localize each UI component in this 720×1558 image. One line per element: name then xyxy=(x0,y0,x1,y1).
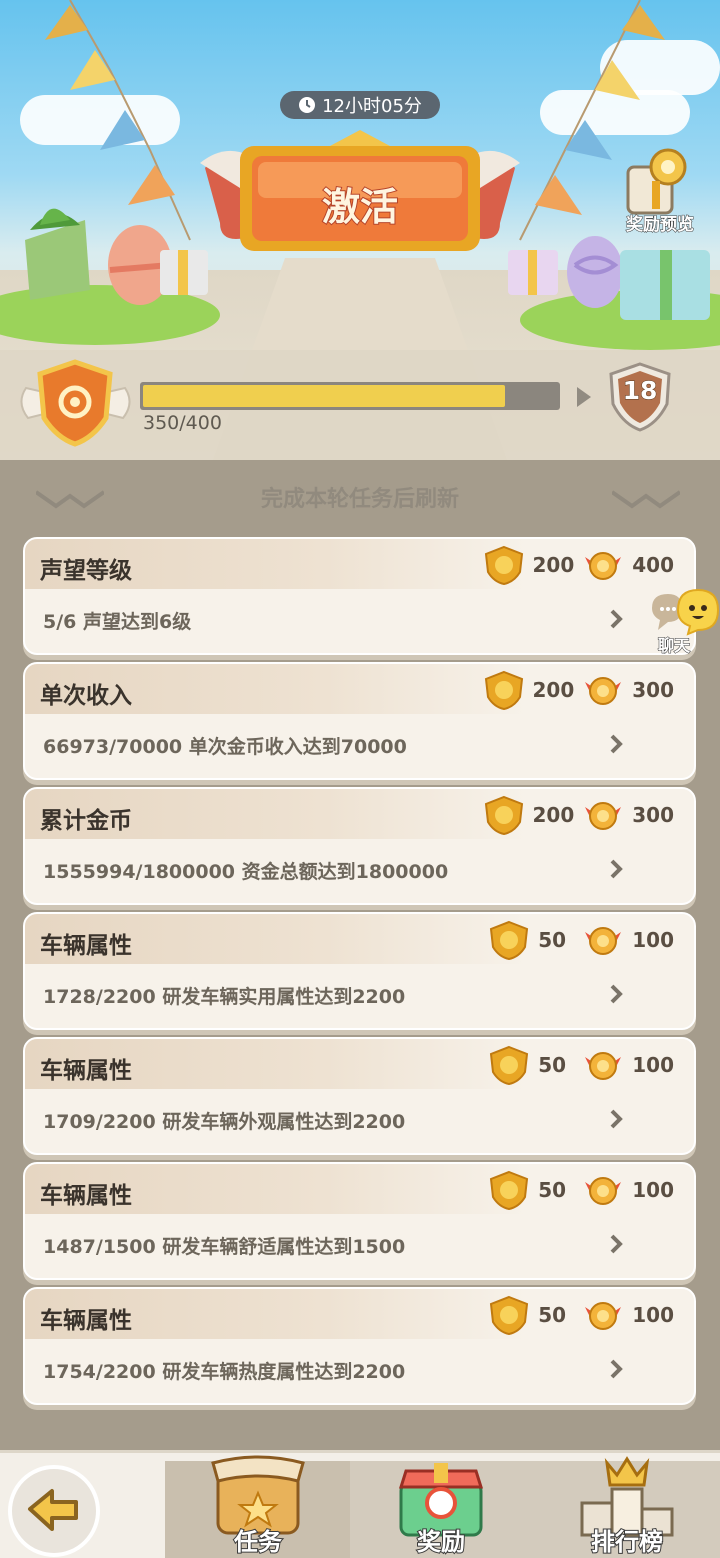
winged-medal-icon xyxy=(585,1177,622,1205)
tab-task[interactable]: 任务 xyxy=(183,1453,333,1558)
token-shield-icon xyxy=(484,545,523,585)
reward-a-value: 50 xyxy=(538,1053,567,1077)
token-shield-icon xyxy=(484,795,523,835)
progress-value: 350/400 xyxy=(143,412,222,434)
reward-a-value: 50 xyxy=(538,928,567,952)
task-title: 车辆属性 xyxy=(40,1183,132,1209)
tab-rank-label: 排行榜 xyxy=(590,1527,664,1557)
task-rewards: 50 100 xyxy=(488,1295,674,1335)
task-title: 车辆属性 xyxy=(40,1308,132,1334)
token-shield-icon xyxy=(490,1295,529,1335)
reputation-badge-icon xyxy=(20,359,131,447)
tab-reward[interactable]: 奖励 xyxy=(366,1453,516,1558)
task-description: 66973/70000 单次金币收入达到70000 xyxy=(43,736,407,758)
tab-task-label: 任务 xyxy=(233,1527,283,1557)
next-arrow-icon xyxy=(577,387,591,407)
chevron-right-icon xyxy=(610,1109,623,1129)
winged-medal-icon xyxy=(585,927,622,955)
arrow-left-icon xyxy=(28,1489,78,1531)
winged-medal-icon xyxy=(585,802,622,830)
task-rewards: 200 300 xyxy=(483,795,674,835)
winged-medal-icon xyxy=(585,1052,622,1080)
reward-b-value: 300 xyxy=(632,678,674,702)
winged-medal-icon xyxy=(585,552,622,580)
token-shield-icon xyxy=(490,920,529,960)
task-description: 1754/2200 研发车辆热度属性达到2200 xyxy=(43,1361,406,1383)
chevron-right-icon xyxy=(610,1359,623,1379)
reward-a-value: 50 xyxy=(538,1178,567,1202)
task-card[interactable]: 单次收入 200 300 66973/70000 单次金币收入达到70000 xyxy=(23,662,696,780)
reward-preview-button[interactable]: 奖励预览 xyxy=(612,145,708,245)
reward-a-value: 200 xyxy=(532,678,575,702)
chevron-right-icon xyxy=(610,734,623,754)
token-shield-icon xyxy=(490,1045,529,1085)
timer-text: 12小时05分 xyxy=(322,96,422,117)
winged-medal-icon xyxy=(585,1302,622,1330)
task-card[interactable]: 车辆属性 50 100 1754/2200 研发车辆热度属性达到2200 xyxy=(23,1287,696,1405)
chat-button[interactable]: 聊天 xyxy=(648,588,720,656)
reward-b-value: 100 xyxy=(632,1303,674,1327)
reward-b-value: 400 xyxy=(632,553,674,577)
task-card[interactable]: 声望等级 200 400 5/6 声望达到6级 xyxy=(23,537,696,655)
chat-label: 聊天 xyxy=(657,636,691,656)
countdown-timer: 12小时05分 xyxy=(280,91,440,119)
reward-b-value: 300 xyxy=(632,803,674,827)
task-title: 车辆属性 xyxy=(40,933,132,959)
task-rewards: 200 300 xyxy=(483,670,674,710)
task-title: 累计金币 xyxy=(40,808,132,834)
task-title: 单次收入 xyxy=(40,683,132,709)
chevron-right-icon xyxy=(610,859,623,879)
gift-props-left xyxy=(25,208,208,305)
reward-a-value: 50 xyxy=(538,1303,567,1327)
task-description: 1709/2200 研发车辆外观属性达到2200 xyxy=(43,1111,406,1133)
bottom-nav: 任务 奖励 排行榜 xyxy=(0,1450,720,1558)
activate-label: 激活 xyxy=(321,184,399,230)
task-card[interactable]: 车辆属性 50 100 1709/2200 研发车辆外观属性达到2200 xyxy=(23,1037,696,1155)
task-rewards: 200 400 xyxy=(483,545,674,585)
task-card[interactable]: 车辆属性 50 100 1728/2200 研发车辆实用属性达到2200 xyxy=(23,912,696,1030)
next-level-badge: 18 xyxy=(607,362,673,432)
tab-rank[interactable]: 排行榜 xyxy=(552,1453,702,1558)
chevron-right-icon xyxy=(610,1234,623,1254)
task-description: 1487/1500 研发车辆舒适属性达到1500 xyxy=(43,1236,406,1258)
next-level-number: 18 xyxy=(622,376,658,406)
task-title: 声望等级 xyxy=(40,558,132,584)
chevron-right-icon xyxy=(610,609,623,629)
task-rewards: 50 100 xyxy=(488,1170,674,1210)
winged-medal-icon xyxy=(585,677,622,705)
reward-a-value: 200 xyxy=(532,803,575,827)
activate-button[interactable]: 激活 xyxy=(200,128,520,258)
token-shield-icon xyxy=(484,670,523,710)
reward-preview-label: 奖励预览 xyxy=(626,215,695,236)
task-description: 5/6 声望达到6级 xyxy=(43,611,192,633)
chevron-right-icon xyxy=(610,984,623,1004)
chat-bubble-icon xyxy=(652,588,720,636)
reward-b-value: 100 xyxy=(632,1053,674,1077)
tab-reward-label: 奖励 xyxy=(416,1527,466,1557)
task-card[interactable]: 车辆属性 50 100 1487/1500 研发车辆舒适属性达到1500 xyxy=(23,1162,696,1280)
level-progress-bar xyxy=(140,382,560,410)
header-decoration-icon xyxy=(612,490,680,509)
back-button[interactable] xyxy=(8,1465,100,1557)
task-card[interactable]: 累计金币 200 300 1555994/1800000 资金总额达到18000… xyxy=(23,787,696,905)
task-description: 1728/2200 研发车辆实用属性达到2200 xyxy=(43,986,406,1008)
level-progress-fill xyxy=(143,385,506,407)
task-rewards: 50 100 xyxy=(488,920,674,960)
task-rewards: 50 100 xyxy=(488,1045,674,1085)
reward-a-value: 200 xyxy=(532,553,575,577)
reward-b-value: 100 xyxy=(632,1178,674,1202)
task-description: 1555994/1800000 资金总额达到1800000 xyxy=(43,861,449,883)
token-shield-icon xyxy=(490,1170,529,1210)
clock-icon xyxy=(299,97,316,113)
task-title: 车辆属性 xyxy=(40,1058,132,1084)
reward-b-value: 100 xyxy=(632,928,674,952)
